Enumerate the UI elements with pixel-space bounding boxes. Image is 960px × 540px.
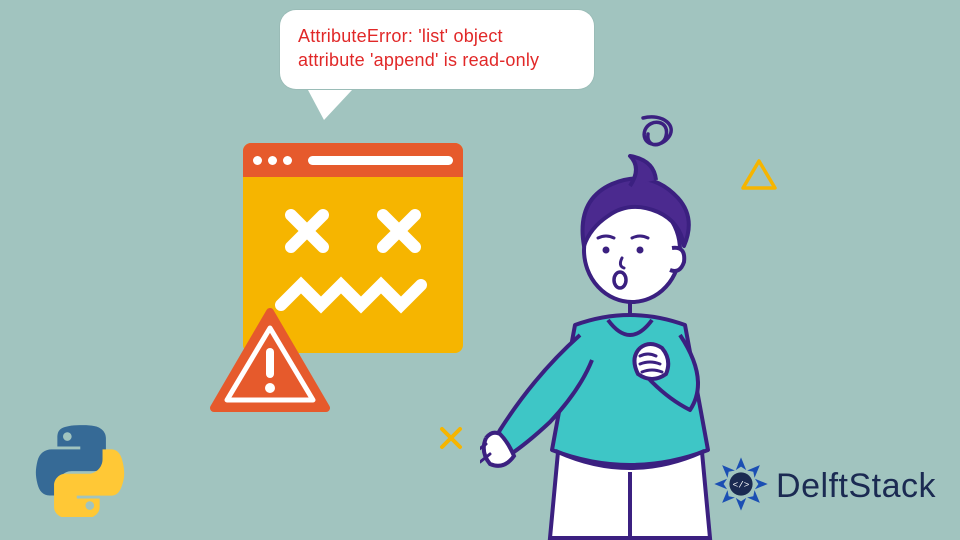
brand-name: DelftStack xyxy=(776,467,936,506)
delftstack-brand: </> DelftStack xyxy=(712,455,936,518)
warning-triangle-icon xyxy=(210,308,330,421)
error-message-line2: attribute 'append' is read-only xyxy=(298,48,576,72)
window-control-dot-icon xyxy=(253,156,262,165)
window-titlebar xyxy=(243,143,463,177)
speech-bubble-tail-icon xyxy=(308,90,352,120)
cross-decoration-icon xyxy=(438,425,464,456)
illustration-stage: AttributeError: 'list' object attribute … xyxy=(0,0,960,540)
window-address-bar-icon xyxy=(308,156,453,165)
svg-text:</>: </> xyxy=(733,479,750,490)
error-speech-bubble: AttributeError: 'list' object attribute … xyxy=(280,10,594,89)
window-control-dot-icon xyxy=(283,156,292,165)
error-message-line1: AttributeError: 'list' object xyxy=(298,24,576,48)
delftstack-logo-icon: </> xyxy=(712,455,770,518)
window-control-dot-icon xyxy=(268,156,277,165)
python-logo-icon xyxy=(34,425,126,522)
